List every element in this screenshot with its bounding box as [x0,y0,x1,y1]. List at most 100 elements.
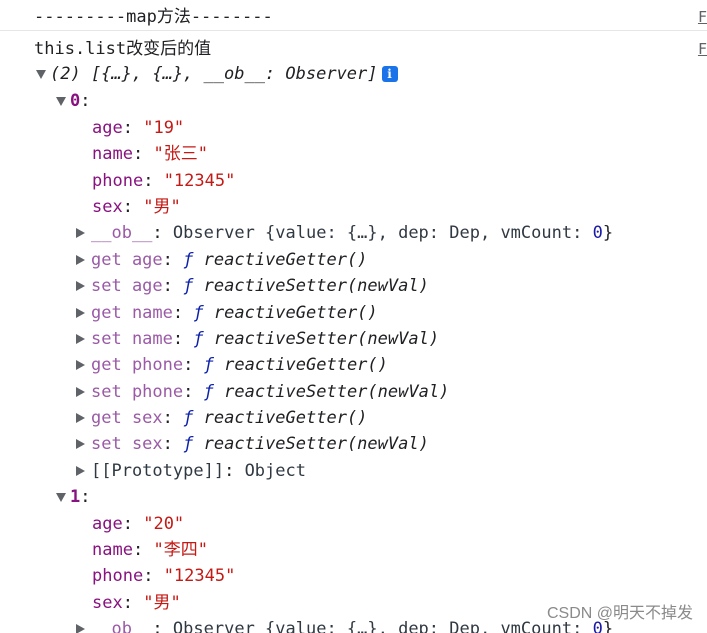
triangle-right-icon[interactable] [76,439,85,449]
colon: : [172,329,184,349]
getter-phone[interactable]: get phone: ƒ reactiveGetter() [76,352,707,378]
prop-sex: sex: "男" [92,194,707,220]
setter-age[interactable]: set age: ƒ reactiveSetter(newVal) [76,273,707,299]
colon: : [183,355,194,375]
prop-key: get phone [91,355,184,375]
colon: : [162,250,173,270]
console-message-header: ---------map方法-------- F [0,4,707,31]
prop-value: Object [244,461,306,481]
prototype-row[interactable]: [[Prototype]]: Object [76,458,707,484]
setter-phone[interactable]: set phone: ƒ reactiveSetter(newVal) [76,379,707,405]
prop-key: get age [91,250,163,270]
triangle-right-icon[interactable] [76,360,85,370]
colon: : [162,276,173,296]
prop-age: age: "20" [92,511,707,537]
prop-value: Observer {value: {…}, dep: Dep, vmCount: [172,619,593,633]
vmcount-value: 0 [592,223,603,243]
fn-sig: reactiveSetter(newVal) [203,434,429,454]
fn-sig: reactiveGetter() [213,303,378,323]
devtools-console: ---------map方法-------- F this.list改变后的值 … [0,0,707,633]
prop-key: sex [92,197,123,217]
triangle-down-icon[interactable] [56,96,66,106]
triangle-right-icon[interactable] [76,281,85,291]
triangle-right-icon[interactable] [76,255,85,265]
fn-sig: reactiveGetter() [203,250,368,270]
prop-key: sex [92,593,123,613]
item-index: 0 [70,91,81,111]
triangle-right-icon[interactable] [76,387,85,397]
source-link[interactable]: F [698,4,707,30]
function-icon: ƒ [193,303,204,323]
function-icon: ƒ [193,329,204,349]
fn-sig: reactiveGetter() [203,408,368,428]
prop-key: phone [92,171,144,191]
colon: : [122,118,133,138]
fn-sig: reactiveSetter(newVal) [203,276,429,296]
triangle-right-icon[interactable] [76,624,85,633]
prop-key: set name [91,329,173,349]
colon: : [162,434,173,454]
prop-value: "12345" [163,566,236,586]
triangle-right-icon[interactable] [76,413,85,423]
colon: : [122,593,133,613]
colon: : [122,197,133,217]
getter-age[interactable]: get age: ƒ reactiveGetter() [76,247,707,273]
array-item-1-row[interactable]: 1: [56,484,707,510]
colon: : [132,144,144,164]
prop-value: "男" [143,593,181,613]
source-link[interactable]: F [698,36,707,62]
triangle-right-icon[interactable] [76,334,85,344]
colon: : [162,408,173,428]
function-icon: ƒ [183,408,194,428]
prop-value: Observer {value: {…}, dep: Dep, vmCount: [172,223,593,243]
prop-value: "男" [143,197,181,217]
setter-sex[interactable]: set sex: ƒ reactiveSetter(newVal) [76,431,707,457]
colon: : [143,171,154,191]
array-summary-row[interactable]: (2) [{…}, {…}, __ob__: Observer] i [36,61,707,87]
function-icon: ƒ [203,355,214,375]
watermark: CSDN @明天不掉发 [546,605,693,622]
colon: : [224,461,235,481]
prop-ob[interactable]: __ob__: Observer {value: {…}, dep: Dep, … [76,220,707,246]
triangle-down-icon[interactable] [36,69,46,79]
prop-key: __ob__ [91,223,153,243]
getter-name[interactable]: get name: ƒ reactiveGetter() [76,300,707,326]
colon: : [143,566,154,586]
array-item-0-row[interactable]: 0: [56,88,707,114]
array-summary: (2) [{…}, {…}, __ob__: Observer] [50,64,378,84]
prop-value: "张三" [153,144,208,164]
colon: : [80,91,91,111]
prop-key: get sex [91,408,163,428]
function-icon: ƒ [183,250,194,270]
prop-value: "李四" [153,540,208,560]
prop-key: get name [91,303,173,323]
prop-phone: phone: "12345" [92,168,707,194]
prop-key: phone [92,566,144,586]
prop-key: set phone [91,382,184,402]
prop-key: [[Prototype]] [91,461,225,481]
prop-name: name: "李四" [92,537,707,563]
triangle-right-icon[interactable] [76,466,85,476]
prop-name: name: "张三" [92,141,707,167]
fn-sig: reactiveGetter() [224,355,388,375]
setter-name[interactable]: set name: ƒ reactiveSetter(newVal) [76,326,707,352]
prop-key: name [92,144,133,164]
colon: : [132,540,144,560]
colon: : [80,487,91,507]
console-message-label: this.list改变后的值 F [0,36,707,62]
colon: : [152,223,163,243]
prop-value: "12345" [163,171,236,191]
brace: } [602,223,614,243]
prop-phone: phone: "12345" [92,563,707,589]
triangle-down-icon[interactable] [56,492,66,502]
colon: : [172,303,184,323]
info-icon[interactable]: i [381,66,398,82]
triangle-right-icon[interactable] [76,228,85,238]
prop-value: "19" [143,118,185,138]
item-index: 1 [70,487,81,507]
triangle-right-icon[interactable] [76,308,85,318]
prop-key: age [92,118,123,138]
getter-sex[interactable]: get sex: ƒ reactiveGetter() [76,405,707,431]
colon: : [122,514,133,534]
label-text: this.list改变后的值 [34,39,212,59]
